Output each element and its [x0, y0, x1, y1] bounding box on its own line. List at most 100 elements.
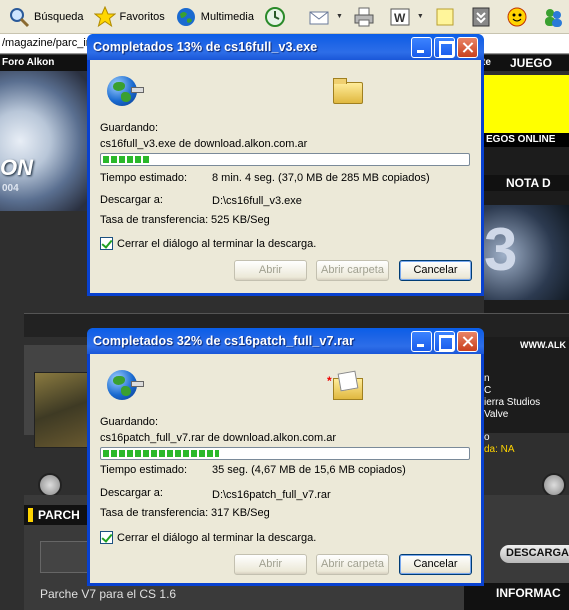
saving-label: Guardando:: [100, 416, 159, 428]
mail-button[interactable]: ▼: [304, 3, 347, 31]
star-icon: [93, 5, 116, 27]
parche-header-text: PARCH: [38, 508, 80, 522]
open-button[interactable]: Abrir: [234, 260, 307, 281]
smiley-icon: [507, 7, 527, 26]
saving-label: Guardando:: [100, 122, 159, 134]
side-info-rating: da: NA: [484, 444, 515, 455]
download-to-value: D:\cs16full_v3.exe: [212, 195, 302, 207]
media-button[interactable]: Multimedia: [171, 3, 258, 31]
chevron-down-icon[interactable]: ▼: [336, 13, 343, 20]
minimize-button[interactable]: [411, 37, 432, 58]
svg-text:W: W: [394, 11, 406, 25]
close-button[interactable]: [457, 331, 478, 352]
close-button[interactable]: [457, 37, 478, 58]
printer-icon: [354, 7, 374, 26]
download-progress-bar: [100, 153, 470, 166]
close-when-done-checkbox[interactable]: [100, 237, 113, 250]
dialog-2-body: * Guardando: cs16patch_full_v7.rar de do…: [90, 354, 481, 586]
research-button[interactable]: [466, 3, 500, 31]
dialog-1-titlebar[interactable]: Completados 13% de cs16full_v3.exe: [87, 34, 484, 60]
history-button[interactable]: [260, 3, 294, 31]
transfer-arrow-icon: [131, 381, 144, 387]
cancel-button[interactable]: Cancelar: [399, 260, 472, 281]
discuss-button[interactable]: [430, 3, 464, 31]
word-icon: W: [390, 8, 410, 25]
sparkle-icon: *: [327, 374, 332, 388]
research-icon: [472, 7, 490, 26]
site-logo-text: ON: [0, 155, 33, 180]
transfer-arrow-icon: [131, 87, 144, 93]
maximize-button[interactable]: [434, 331, 455, 352]
rate-label: Tasa de transferencia:: [100, 507, 209, 519]
download-progress-bar: [100, 447, 470, 460]
informacion-header: INFORMAC: [464, 583, 569, 610]
history-icon: [264, 6, 285, 27]
download-nav-icon[interactable]: [38, 473, 62, 497]
saving-value: cs16full_v3.exe de download.alkon.com.ar: [100, 138, 308, 150]
side-info-5: o: [484, 432, 490, 443]
dialog-2-titlebar[interactable]: Completados 32% de cs16patch_full_v7.rar: [87, 328, 484, 354]
open-folder-button[interactable]: Abrir carpeta: [316, 260, 389, 281]
nota-header: NOTA D: [484, 175, 569, 191]
progress-fill: [103, 156, 151, 163]
maximize-button[interactable]: [434, 37, 455, 58]
dialog-1-title: Completados 13% de cs16full_v3.exe: [93, 40, 318, 54]
site-forum-link[interactable]: Foro Alkon: [2, 57, 54, 68]
dialog-2-title: Completados 32% de cs16patch_full_v7.rar: [93, 334, 355, 348]
site-logo[interactable]: ON 004: [0, 71, 90, 211]
cs3-banner[interactable]: 3: [484, 205, 569, 300]
address-text: /magazine/parc_in: [2, 37, 92, 49]
side-info-1: n: [484, 373, 490, 384]
search-button-label: Búsqueda: [34, 10, 84, 23]
close-when-done-label[interactable]: Cerrar el diálogo al terminar la descarg…: [117, 532, 316, 544]
cancel-button[interactable]: Cancelar: [399, 554, 472, 575]
favorites-button[interactable]: Favoritos: [90, 3, 169, 31]
time-label: Tiempo estimado:: [100, 172, 188, 184]
open-button[interactable]: Abrir: [234, 554, 307, 575]
open-folder-button[interactable]: Abrir carpeta: [316, 554, 389, 575]
download-to-value: D:\cs16patch_full_v7.rar: [212, 489, 331, 501]
print-button[interactable]: [349, 3, 383, 31]
cs3-banner-text: 3: [484, 216, 518, 283]
side-info-4: Valve: [484, 409, 509, 420]
site-logo-year: 004: [2, 183, 19, 194]
chevron-down-icon[interactable]: ▼: [417, 13, 424, 20]
browser-toolbar: Búsqueda Favoritos Multimedia ▼ W ▼: [0, 0, 569, 34]
side-info-3: ierra Studios: [484, 397, 541, 408]
juegos-online-bar[interactable]: EGOS ONLINE: [484, 133, 569, 147]
progress-fill: [103, 450, 220, 457]
saving-value: cs16patch_full_v7.rar de download.alkon.…: [100, 432, 337, 444]
site-juegos[interactable]: JUEGO: [510, 56, 552, 70]
contacts-icon: [544, 8, 562, 27]
descarga-button[interactable]: DESCARGA: [500, 545, 569, 563]
rate-label: Tasa de transferencia:: [100, 214, 209, 226]
close-when-done-label[interactable]: Cerrar el diálogo al terminar la descarg…: [117, 238, 316, 250]
media-icon: [176, 7, 195, 26]
close-when-done-checkbox[interactable]: [100, 531, 113, 544]
side-info-2: C: [484, 385, 492, 396]
time-value: 35 seg. (4,67 MB de 15,6 MB copiados): [212, 464, 406, 476]
search-button[interactable]: Búsqueda: [4, 3, 88, 31]
download-dialog-2: Completados 32% de cs16patch_full_v7.rar…: [87, 328, 484, 586]
media-button-label: Multimedia: [200, 10, 254, 23]
edit-button[interactable]: W ▼: [385, 3, 428, 31]
rate-value: 525 KB/Seg: [211, 214, 270, 226]
folder-icon: [333, 78, 363, 104]
download-to-label: Descargar a:: [100, 487, 163, 499]
game-screenshot[interactable]: [34, 372, 94, 448]
note-icon: [436, 8, 454, 25]
yellow-banner[interactable]: [484, 75, 569, 133]
open-folder-icon: *: [327, 370, 363, 400]
favorites-button-label: Favoritos: [119, 10, 165, 23]
info-nav-icon[interactable]: [542, 473, 566, 497]
minimize-button[interactable]: [411, 331, 432, 352]
rate-value: 317 KB/Seg: [211, 507, 270, 519]
time-value: 8 min. 4 seg. (37,0 MB de 285 MB copiado…: [212, 172, 430, 184]
dialog-1-body: Guardando: cs16full_v3.exe de download.a…: [90, 60, 481, 292]
mail-icon: [309, 11, 329, 24]
www-label: WWW.ALK: [520, 340, 566, 350]
messenger-button[interactable]: [502, 3, 536, 31]
contacts-button[interactable]: [538, 3, 569, 31]
search-icon: [10, 7, 30, 27]
patch-caption: Parche V7 para el CS 1.6: [40, 587, 177, 601]
